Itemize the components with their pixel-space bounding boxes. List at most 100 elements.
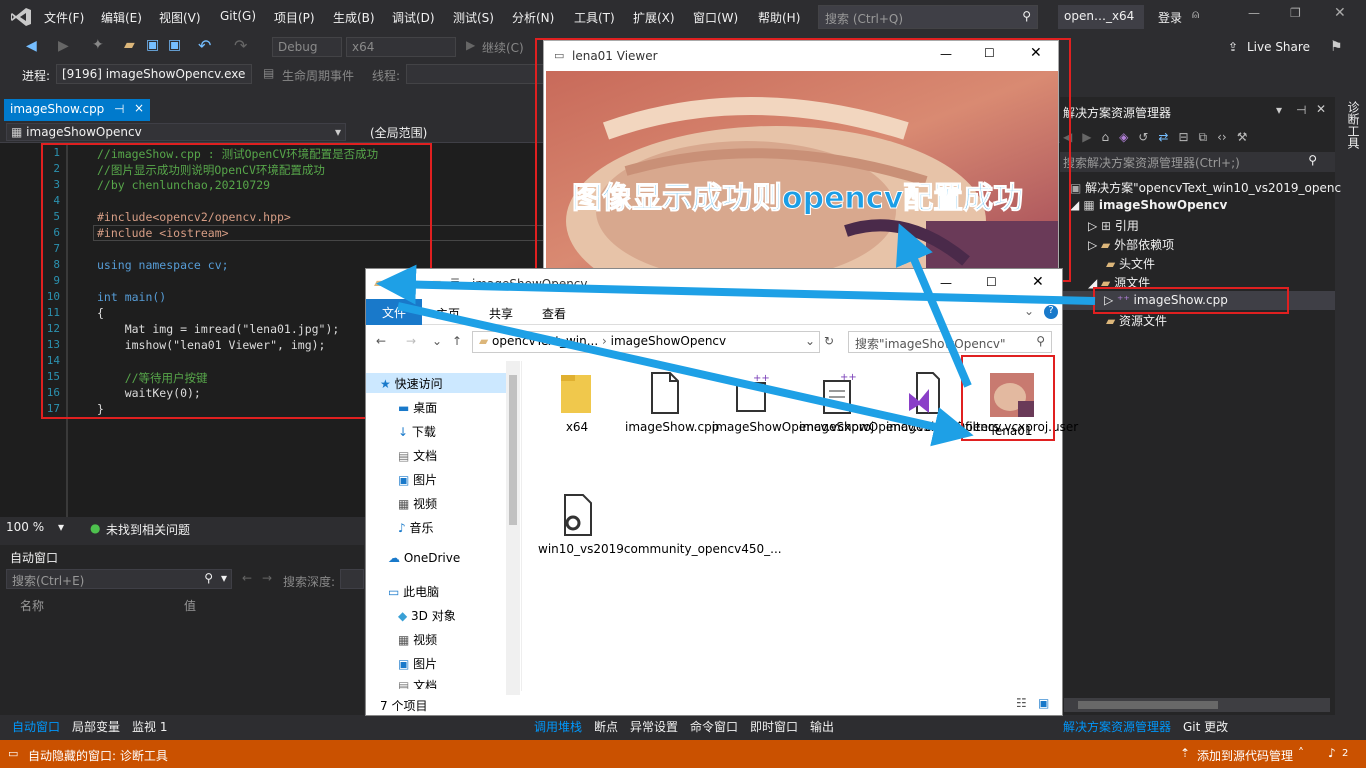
nav-scrollbar[interactable] [506,361,520,695]
nav-desktop[interactable]: ▬ 桌面 [398,399,437,416]
lifecycle-events[interactable]: 生命周期事件 [282,67,354,84]
menu-debug[interactable]: 调试(D) [392,9,435,26]
menu-project[interactable]: 项目(P) [274,9,315,26]
menu-view[interactable]: 视图(V) [159,9,201,26]
nav-documents[interactable]: ▤ 文档 [398,447,437,464]
forward-icon[interactable]: ▶ [58,38,69,54]
continue-button[interactable]: 继续(C) [482,39,524,56]
tree-header-files[interactable]: ▰ 头文件 [1106,255,1155,272]
tree-solution[interactable]: ▣ 解决方案"opencvText_win10_vs2019_openc [1070,179,1341,196]
close-icon[interactable]: ✕ [1032,274,1044,290]
search-input[interactable]: 搜索 (Ctrl+Q) ⚲ [818,5,1038,29]
scrollbar-thumb[interactable] [1078,701,1218,709]
breadcrumb-parent[interactable]: opencvText_win... [492,334,598,348]
breadcrumb-current[interactable]: imageShowOpencv [611,334,727,348]
solution-search-input[interactable]: 搜索解决方案资源管理器(Ctrl+;) ⚲ [1060,152,1335,172]
tab-autos[interactable]: 自动窗口 [12,718,60,735]
explorer-search-input[interactable]: 搜索"imageShowOpencv" ⚲ [848,331,1052,353]
pin-icon[interactable]: ⊣ [1296,103,1306,117]
copy-icon[interactable]: ⧉ [1199,130,1208,145]
notification-icon[interactable]: ♪ [1328,746,1336,760]
diagnostic-tools-tab[interactable]: 诊断工具 [1338,97,1366,197]
process-select[interactable]: [9196] imageShowOpencv.exe [56,64,252,84]
tree-project[interactable]: ◢ ▦ imageShowOpencv [1070,198,1227,212]
tab-watch1[interactable]: 监视 1 [132,718,167,735]
nav-this-pc[interactable]: ▭ 此电脑 [388,583,439,600]
new-project-icon[interactable]: ✦ [92,37,104,53]
code-icon[interactable]: ‹› [1217,130,1227,144]
scrollbar-thumb[interactable] [509,375,517,525]
restore-icon[interactable]: ❐ [1290,6,1301,20]
large-icons-view-icon[interactable]: ▣ [1038,696,1049,710]
nav-onedrive[interactable]: ☁ OneDrive [388,551,460,565]
tab-git-changes[interactable]: Git 更改 [1183,718,1228,735]
file-property-sheet[interactable]: win10_vs2019community_opencv450_... [538,493,782,557]
redo-icon[interactable]: ↷ [234,36,247,55]
back-icon[interactable]: ← [376,334,386,348]
tab-exception-settings[interactable]: 异常设置 [630,718,678,735]
nav-quick-access[interactable]: ★ 快速访问 [380,375,443,392]
zoom-select[interactable]: 100 % ▾ [6,520,66,536]
add-source-control-button[interactable]: 添加到源代码管理 [1197,747,1293,764]
help-icon[interactable]: ? [1044,305,1058,319]
nav-downloads[interactable]: ↓ 下载 [398,423,436,440]
tree-references[interactable]: ▷ ⊞ 引用 [1088,217,1139,234]
ribbon-tab-home[interactable]: 主页 [436,305,460,322]
arrow-left-icon[interactable]: ← [242,571,252,585]
chevron-down-icon[interactable]: ⌄ [805,334,815,348]
tab-solution-explorer[interactable]: 解决方案资源管理器 [1063,718,1171,735]
home-icon[interactable]: ⌂ [1101,130,1109,144]
feedback-icon[interactable]: ⚑ [1330,39,1343,55]
tab-breakpoints[interactable]: 断点 [594,718,618,735]
minimize-icon[interactable]: — [1248,6,1260,20]
vs-icon[interactable]: ◈ [1119,130,1128,144]
back-icon[interactable]: ◀ [26,38,37,54]
tab-call-stack[interactable]: 调用堆栈 [534,718,582,735]
tree-external-deps[interactable]: ▷ ▰ 外部依赖项 [1088,236,1174,253]
quick-access-toolbar-icon[interactable]: ▤ [392,275,403,289]
history-icon[interactable]: ↺ [1138,130,1148,144]
close-icon[interactable]: ✕ [1334,5,1346,21]
tree-resource-files[interactable]: ▰ 资源文件 [1106,312,1167,329]
tab-locals[interactable]: 局部变量 [72,718,120,735]
horizontal-scrollbar[interactable] [1064,698,1330,712]
details-view-icon[interactable]: ☷ [1016,696,1027,710]
ribbon-tab-share[interactable]: 共享 [489,305,513,322]
tab-close-icon[interactable]: × [134,101,144,115]
chevron-down-icon[interactable]: = [450,273,460,287]
save-icon[interactable]: ▣ [146,37,159,53]
nav-3d-objects[interactable]: ◆ 3D 对象 [398,607,456,624]
platform-select[interactable]: x64 [346,37,456,57]
sync-icon[interactable]: ⇄ [1158,130,1168,144]
pin-icon[interactable]: ⊣ [114,102,124,116]
file-vcxproj[interactable]: ++ imageShowOpencv.vcxproj [712,371,874,435]
nav-pictures[interactable]: ▣ 图片 [398,471,437,488]
tab-command-window[interactable]: 命令窗口 [690,718,738,735]
config-select[interactable]: Debug [272,37,342,57]
nav-videos[interactable]: ▦ 视频 [398,495,437,512]
thread-select[interactable] [406,64,546,84]
user-add-icon[interactable]: ⍝ [1192,7,1199,22]
chevron-down-icon[interactable]: ⌄ [1024,304,1034,318]
open-folder-icon[interactable]: ▰ [124,37,135,53]
menu-analyze[interactable]: 分析(N) [512,9,554,26]
file-vcxproj-user[interactable]: imageShowOpencv.vcxproj.user [886,371,1078,435]
ribbon-tab-file[interactable]: 文件 [366,299,422,325]
autos-search-input[interactable]: 搜索(Ctrl+E) ⚲ ▾ [6,569,232,589]
search-depth-select[interactable] [340,569,364,589]
file-imageshow-cpp[interactable]: imageShow.cpp [625,371,719,435]
nav-videos-pc[interactable]: ▦ 视频 [398,631,437,648]
menu-help[interactable]: 帮助(H) [758,9,800,26]
menu-file[interactable]: 文件(F) [44,9,84,26]
continue-icon[interactable]: ▶ [466,38,475,52]
wrench-icon[interactable]: ⚒ [1237,130,1248,144]
menu-git[interactable]: Git(G) [220,9,256,23]
menu-window[interactable]: 窗口(W) [693,9,738,26]
menu-extensions[interactable]: 扩展(X) [633,9,675,26]
folder-icon[interactable]: ▰ [430,275,441,291]
address-bar[interactable]: ▰ opencvText_win... › imageShowOpencv ⌄ [472,331,820,353]
project-dropdown[interactable]: ▦ imageShowOpencv ▾ [6,123,346,141]
collapse-icon[interactable]: ⊟ [1178,130,1188,144]
maximize-icon[interactable]: ☐ [986,275,997,289]
tab-output[interactable]: 输出 [810,718,834,735]
